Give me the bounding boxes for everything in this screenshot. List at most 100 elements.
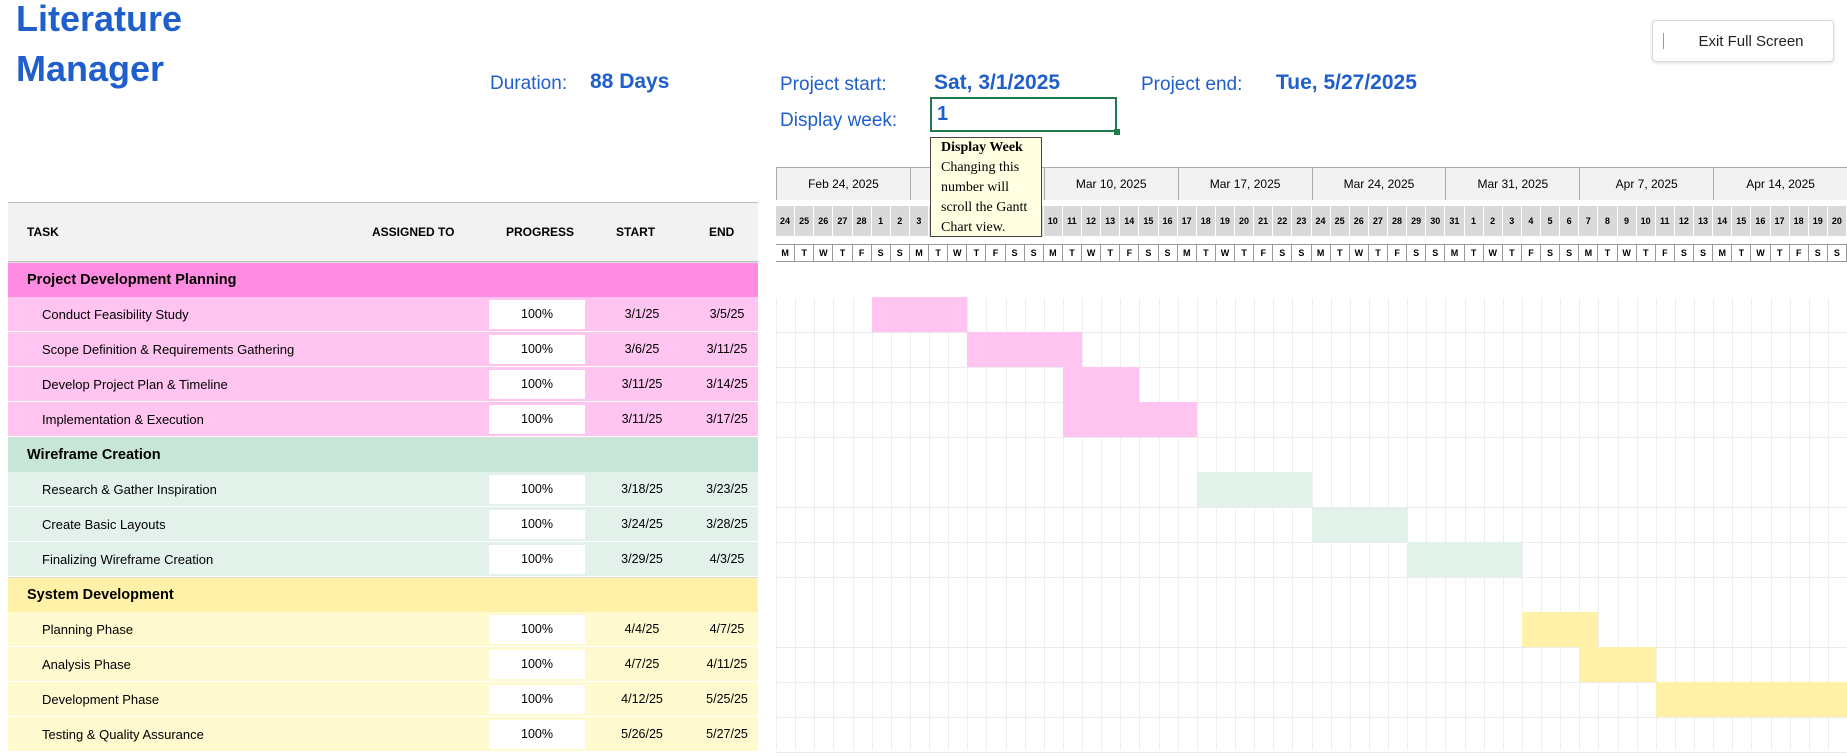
task-end[interactable]: 3/5/25 xyxy=(682,297,772,332)
day-number: 13 xyxy=(1101,206,1121,236)
task-start[interactable]: 4/7/25 xyxy=(592,647,692,682)
task-start[interactable]: 3/11/25 xyxy=(592,402,692,437)
gantt-bar[interactable] xyxy=(1407,542,1522,577)
task-progress[interactable]: 100% xyxy=(489,335,585,364)
group-row[interactable]: Wireframe Creation xyxy=(8,437,758,472)
day-number: 9 xyxy=(1617,206,1637,236)
day-letter: T xyxy=(1770,244,1790,262)
gantt-bar[interactable] xyxy=(1521,612,1599,647)
task-start[interactable]: 3/29/25 xyxy=(592,542,692,577)
gantt-bar[interactable] xyxy=(1196,472,1312,507)
day-number: 11 xyxy=(1655,206,1675,236)
day-letter: M xyxy=(1713,244,1733,262)
day-letter: T xyxy=(967,244,987,262)
task-row[interactable]: Testing & Quality Assurance 100% 5/26/25 5/… xyxy=(8,717,758,752)
gantt-bar[interactable] xyxy=(1579,647,1656,682)
task-start[interactable]: 4/12/25 xyxy=(592,682,692,717)
task-progress[interactable]: 100% xyxy=(489,685,585,714)
task-progress[interactable]: 100% xyxy=(489,300,585,329)
gantt-bar[interactable] xyxy=(1311,507,1408,542)
task-end[interactable]: 3/23/25 xyxy=(682,472,772,507)
gantt-bar[interactable] xyxy=(1062,367,1140,402)
day-number: 17 xyxy=(1770,206,1790,236)
task-row[interactable]: Analysis Phase 100% 4/7/25 4/11/25 xyxy=(8,647,758,682)
grid-row-line xyxy=(776,402,1847,403)
task-name: Conduct Feasibility Study xyxy=(42,307,189,322)
task-start[interactable]: 4/4/25 xyxy=(592,612,692,647)
task-name: Analysis Phase xyxy=(42,657,131,672)
header-task: TASK xyxy=(27,225,59,239)
day-letter: T xyxy=(833,244,853,262)
day-letter: S xyxy=(1273,244,1293,262)
task-start[interactable]: 3/24/25 xyxy=(592,507,692,542)
task-end[interactable]: 4/11/25 xyxy=(682,647,772,682)
day-number: 21 xyxy=(1254,206,1274,236)
day-number: 18 xyxy=(1789,206,1809,236)
day-number: 11 xyxy=(1062,206,1082,236)
task-end[interactable]: 3/14/25 xyxy=(682,367,772,402)
task-row[interactable]: Scope Definition & Requirements Gatherin… xyxy=(8,332,758,367)
task-end[interactable]: 3/28/25 xyxy=(682,507,772,542)
grid-row-line xyxy=(776,752,1847,753)
task-row[interactable]: Development Phase 100% 4/12/25 5/25/25 xyxy=(8,682,758,717)
day-number: 31 xyxy=(1445,206,1465,236)
group-row[interactable]: Project Development Planning xyxy=(8,262,758,297)
task-end[interactable]: 4/3/25 xyxy=(682,542,772,577)
task-progress[interactable]: 100% xyxy=(489,475,585,504)
task-row[interactable]: Conduct Feasibility Study 100% 3/1/25 3/5/2… xyxy=(8,297,758,332)
exit-full-screen-button[interactable]: Exit Full Screen xyxy=(1652,20,1834,62)
task-row[interactable]: Implementation & Execution 100% 3/11/25 3/1… xyxy=(8,402,758,437)
day-number: 17 xyxy=(1177,206,1197,236)
task-progress[interactable]: 100% xyxy=(489,545,585,574)
task-progress[interactable]: 100% xyxy=(489,405,585,434)
task-progress[interactable]: 100% xyxy=(489,650,585,679)
grid-row-line xyxy=(776,577,1847,578)
day-number: 3 xyxy=(1502,206,1522,236)
task-start[interactable]: 3/1/25 xyxy=(592,297,692,332)
display-week-input[interactable]: 1 xyxy=(930,97,1117,132)
task-progress[interactable]: 100% xyxy=(489,510,585,539)
task-table-header: TASK ASSIGNED TO PROGRESS START END xyxy=(8,202,758,262)
project-start-value[interactable]: Sat, 3/1/2025 xyxy=(934,71,1060,95)
task-row[interactable]: Research & Gather Inspiration 100% 3/18/25… xyxy=(8,472,758,507)
day-letter: S xyxy=(1560,244,1580,262)
day-letter: F xyxy=(1388,244,1408,262)
task-progress[interactable]: 100% xyxy=(489,615,585,644)
task-row[interactable]: Create Basic Layouts 100% 3/24/25 3/28/25 xyxy=(8,507,758,542)
day-number: 15 xyxy=(1732,206,1752,236)
day-letter: S xyxy=(1139,244,1159,262)
day-letter: M xyxy=(1043,244,1063,262)
task-row[interactable]: Planning Phase 100% 4/4/25 4/7/25 xyxy=(8,612,758,647)
day-number: 25 xyxy=(1330,206,1350,236)
gantt-bar[interactable] xyxy=(1062,402,1197,437)
task-start[interactable]: 3/18/25 xyxy=(592,472,692,507)
task-start[interactable]: 3/6/25 xyxy=(592,332,692,367)
task-start[interactable]: 3/11/25 xyxy=(592,367,692,402)
task-end[interactable]: 3/11/25 xyxy=(682,332,772,367)
day-number: 23 xyxy=(1292,206,1312,236)
gantt-bar[interactable] xyxy=(967,332,1082,367)
day-letter: T xyxy=(929,244,949,262)
gantt-bar[interactable] xyxy=(871,297,968,332)
task-row[interactable]: Finalizing Wireframe Creation 100% 3/29/25… xyxy=(8,542,758,577)
grid-row-line xyxy=(776,717,1847,718)
display-week-tooltip: Display Week Changing this number will s… xyxy=(930,137,1042,237)
header-progress: PROGRESS xyxy=(506,225,575,239)
gantt-bar[interactable] xyxy=(1655,682,1847,717)
task-end[interactable]: 4/7/25 xyxy=(682,612,772,647)
group-row[interactable]: System Development xyxy=(8,577,758,612)
task-end[interactable]: 3/17/25 xyxy=(682,402,772,437)
day-number: 19 xyxy=(1215,206,1235,236)
task-start[interactable]: 5/26/25 xyxy=(592,717,692,752)
task-row[interactable]: Develop Project Plan & Timeline 100% 3/11/… xyxy=(8,367,758,402)
day-number: 13 xyxy=(1694,206,1714,236)
task-end[interactable]: 5/27/25 xyxy=(682,717,772,752)
task-progress[interactable]: 100% xyxy=(489,720,585,749)
day-number: 2 xyxy=(1483,206,1503,236)
day-number: 20 xyxy=(1827,206,1847,236)
duration-label: Duration: xyxy=(490,73,568,94)
task-end[interactable]: 5/25/25 xyxy=(682,682,772,717)
task-progress[interactable]: 100% xyxy=(489,370,585,399)
fill-handle[interactable] xyxy=(1114,129,1120,135)
app-title-line1: Literature xyxy=(16,0,183,39)
